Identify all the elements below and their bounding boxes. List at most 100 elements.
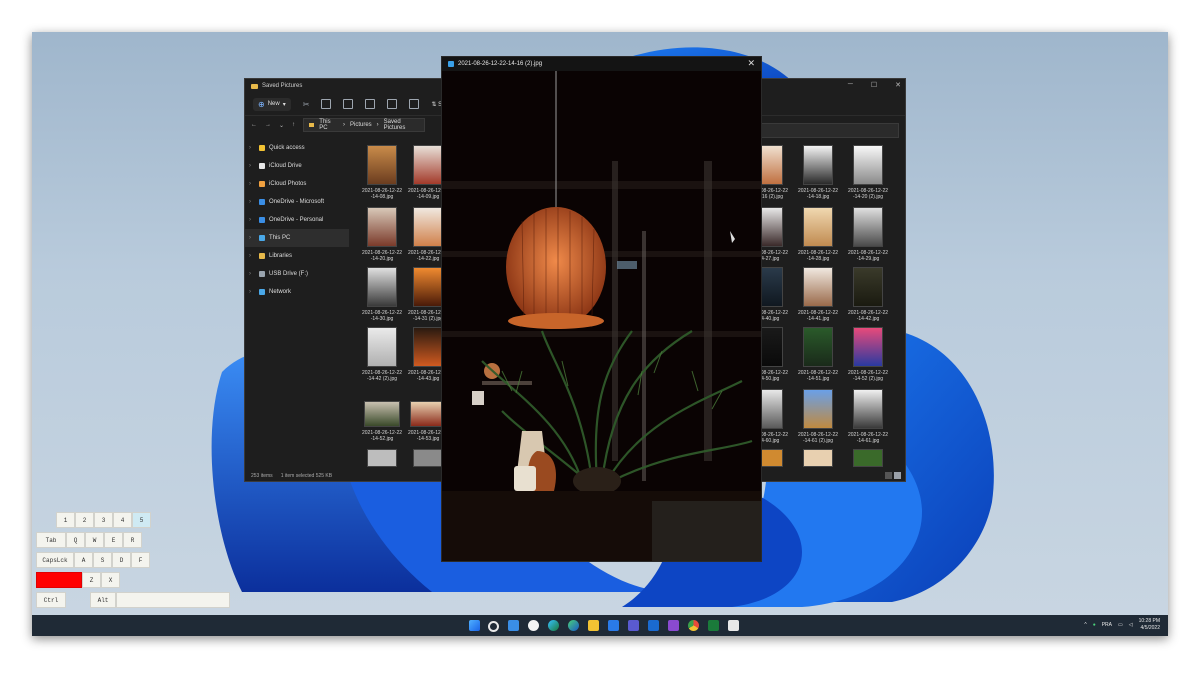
file-thumbnail[interactable]: 2021-08-26-12-22 -14-52 (2).jpg — [843, 327, 893, 382]
delete-icon[interactable] — [409, 99, 420, 109]
file-thumbnail[interactable]: 2021-08-26-12-22 -14-20 (2).jpg — [843, 145, 893, 200]
outlook-icon[interactable] — [648, 620, 659, 631]
key-5[interactable]: 5 — [132, 512, 151, 528]
cut-icon[interactable]: ✂ — [303, 100, 310, 109]
viewer-title-bar[interactable]: 2021-08-26-12-22-14-16 (2).jpg — [442, 57, 761, 71]
sidebar-item-icloud-photos[interactable]: › iCloud Photos — [245, 175, 349, 193]
breadcrumb-this-pc[interactable]: This PC — [319, 119, 338, 131]
key-shift-active[interactable] — [36, 572, 82, 588]
edge-icon[interactable] — [548, 620, 559, 631]
widgets-icon[interactable] — [508, 620, 519, 631]
chevron-right-icon[interactable]: › — [249, 163, 255, 169]
up-arrow-icon[interactable]: ↑ — [292, 122, 295, 128]
file-explorer-icon[interactable] — [588, 620, 599, 631]
key-q[interactable]: Q — [66, 532, 85, 548]
key-tab[interactable]: Tab — [36, 532, 66, 548]
start-icon[interactable] — [469, 620, 480, 631]
file-thumbnail[interactable]: 2021-08-26-12-22 -14-20.jpg — [357, 207, 407, 262]
key-space[interactable] — [116, 592, 230, 608]
file-thumbnail[interactable] — [357, 449, 407, 470]
file-thumbnail[interactable]: 2021-08-26-12-22 -14-29.jpg — [843, 207, 893, 262]
file-thumbnail[interactable] — [793, 449, 843, 470]
key-r[interactable]: R — [123, 532, 142, 548]
address-bar[interactable]: This PC › Pictures › Saved Pictures — [303, 118, 426, 132]
key-capslock[interactable]: CapsLck — [36, 552, 74, 568]
key-4[interactable]: 4 — [113, 512, 132, 528]
chevron-right-icon[interactable]: › — [249, 235, 255, 241]
key-3[interactable]: 3 — [94, 512, 113, 528]
key-f[interactable]: F — [131, 552, 150, 568]
rename-icon[interactable] — [365, 99, 376, 109]
file-thumbnail[interactable]: 2021-08-26-12-22 -14-61 (2).jpg — [793, 389, 843, 444]
file-thumbnail[interactable]: 2021-08-26-12-22 -14-28.jpg — [793, 207, 843, 262]
breadcrumb-pictures[interactable]: Pictures — [350, 122, 372, 128]
new-button[interactable]: ⊕ New ▾ — [253, 97, 291, 111]
app-icon[interactable] — [728, 620, 739, 631]
key-w[interactable]: W — [85, 532, 104, 548]
chevron-right-icon[interactable]: › — [249, 217, 255, 223]
chevron-right-icon[interactable]: › — [249, 199, 255, 205]
key-2[interactable]: 2 — [75, 512, 94, 528]
key-e[interactable]: E — [104, 532, 123, 548]
tiles-view-icon[interactable] — [894, 472, 901, 479]
key-s[interactable]: S — [93, 552, 112, 568]
file-thumbnail[interactable]: 2021-08-26-12-22 -14-42 (2).jpg — [357, 327, 407, 382]
sidebar-item-icloud-drive[interactable]: › iCloud Drive — [245, 157, 349, 175]
volume-icon[interactable]: ◁ — [1129, 622, 1133, 628]
forward-arrow-icon[interactable]: → — [265, 122, 271, 128]
file-thumbnail[interactable]: 2021-08-26-12-22 -14-30.jpg — [357, 267, 407, 322]
key-1[interactable]: 1 — [56, 512, 75, 528]
breadcrumb-saved-pictures[interactable]: Saved Pictures — [384, 119, 419, 131]
copy-icon[interactable] — [321, 99, 332, 109]
sidebar-item-network[interactable]: › Network — [245, 283, 349, 301]
chat-icon[interactable] — [528, 620, 539, 631]
store-icon[interactable] — [608, 620, 619, 631]
clock[interactable]: 10:28 PM 4/5/2022 — [1139, 618, 1160, 632]
microphone-icon[interactable]: ● — [1093, 622, 1096, 628]
file-thumbnail[interactable]: 2021-08-26-12-22 -14-08.jpg — [357, 145, 407, 200]
monitor-icon[interactable]: ▭ — [1118, 622, 1123, 628]
viewer-close-button[interactable]: ✕ — [747, 58, 755, 69]
paste-icon[interactable] — [343, 99, 354, 109]
search-icon[interactable] — [488, 621, 499, 632]
chevron-up-icon[interactable]: ^ — [1084, 622, 1086, 628]
chevron-right-icon[interactable]: › — [249, 253, 255, 259]
key-x[interactable]: X — [101, 572, 120, 588]
file-thumbnail[interactable]: 2021-08-26-12-22 -14-61.jpg — [843, 389, 893, 444]
sidebar-item-this-pc[interactable]: › This PC — [245, 229, 349, 247]
key-ctrl[interactable]: Ctrl — [36, 592, 66, 608]
file-thumbnail[interactable]: 2021-08-26-12-22 -14-51.jpg — [793, 327, 843, 382]
chevron-right-icon[interactable]: › — [249, 181, 255, 187]
file-thumbnail[interactable]: 2021-08-26-12-22 -14-41.jpg — [793, 267, 843, 322]
close-button[interactable]: ✕ — [895, 81, 901, 89]
key-z[interactable]: Z — [82, 572, 101, 588]
chrome-icon[interactable] — [688, 620, 699, 631]
file-thumbnail[interactable] — [843, 449, 893, 470]
key-a[interactable]: A — [74, 552, 93, 568]
share-icon[interactable] — [387, 99, 398, 109]
maximize-button[interactable]: ☐ — [871, 81, 877, 89]
edge-beta-icon[interactable] — [568, 620, 579, 631]
photo-viewer-window[interactable]: 2021-08-26-12-22-14-16 (2).jpg ✕ — [441, 56, 762, 562]
file-thumbnail[interactable]: 2021-08-26-12-22 -14-42.jpg — [843, 267, 893, 322]
minimize-button[interactable]: ─ — [848, 81, 853, 89]
key-alt[interactable]: Alt — [90, 592, 116, 608]
file-thumbnail[interactable]: 2021-08-26-12-22 -14-18.jpg — [793, 145, 843, 200]
history-chevron-icon[interactable]: ⌄ — [279, 122, 284, 129]
search-input[interactable] — [761, 123, 899, 138]
sidebar-item-usb-drive[interactable]: › USB Drive (F:) — [245, 265, 349, 283]
sidebar-item-libraries[interactable]: › Libraries — [245, 247, 349, 265]
chevron-right-icon[interactable]: › — [249, 145, 255, 151]
details-view-icon[interactable] — [885, 472, 892, 479]
key-d[interactable]: D — [112, 552, 131, 568]
teams-icon[interactable] — [628, 620, 639, 631]
sidebar-item-onedrive-microsoft[interactable]: › OneDrive - Microsoft — [245, 193, 349, 211]
sidebar-item-quick-access[interactable]: › Quick access — [245, 139, 349, 157]
visual-studio-icon[interactable] — [668, 620, 679, 631]
chevron-right-icon[interactable]: › — [249, 271, 255, 277]
excel-icon[interactable] — [708, 620, 719, 631]
file-thumbnail[interactable]: 2021-08-26-12-22 -14-52.jpg — [357, 401, 407, 442]
chevron-right-icon[interactable]: › — [249, 289, 255, 295]
back-arrow-icon[interactable]: ← — [251, 122, 257, 128]
language-indicator[interactable]: PRA — [1102, 622, 1112, 628]
